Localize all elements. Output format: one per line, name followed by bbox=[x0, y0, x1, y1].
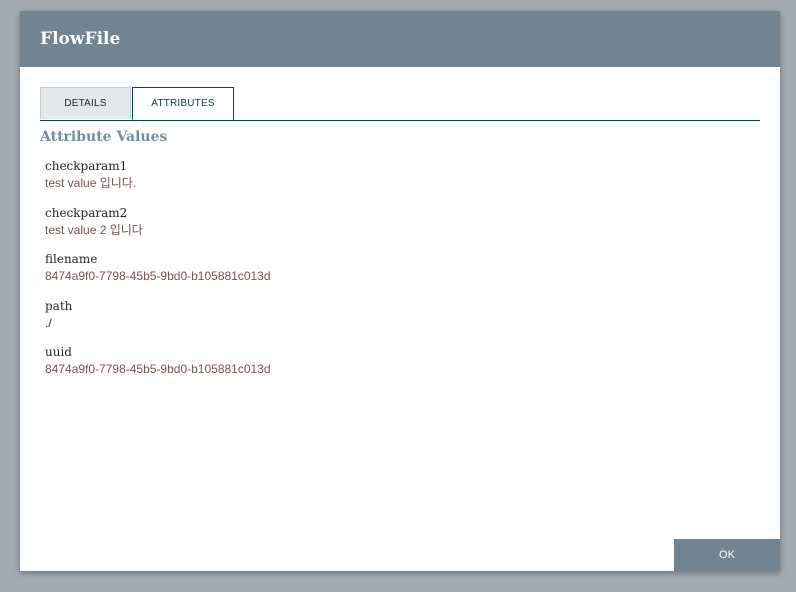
attribute-name: uuid bbox=[45, 345, 72, 359]
tab-bar: DETAILS ATTRIBUTES bbox=[40, 87, 760, 121]
attribute-value: test value 2 입니다 bbox=[45, 222, 143, 237]
attribute-name: checkparam1 bbox=[45, 159, 128, 173]
attribute-item: filename 8474a9f0-7798-45b5-9bd0-b105881… bbox=[45, 251, 745, 298]
section-title: Attribute Values bbox=[40, 129, 168, 145]
tab-details[interactable]: DETAILS bbox=[40, 87, 131, 119]
attribute-value: test value 입니다. bbox=[45, 176, 137, 190]
attribute-item: checkparam1 test value 입니다. bbox=[45, 158, 745, 205]
attribute-value: 8474a9f0-7798-45b5-9bd0-b105881c013d bbox=[45, 269, 271, 283]
dialog-header: FlowFile bbox=[20, 11, 780, 67]
attribute-item: checkparam2 test value 2 입니다 bbox=[45, 205, 745, 252]
tab-attributes[interactable]: ATTRIBUTES bbox=[132, 87, 234, 120]
attribute-name: path bbox=[45, 298, 73, 313]
flowfile-dialog: FlowFile DETAILS ATTRIBUTES Attribute Va… bbox=[20, 11, 780, 571]
attribute-item: path ./ bbox=[45, 298, 745, 345]
attribute-value: ./ bbox=[45, 315, 52, 330]
ok-button[interactable]: OK bbox=[674, 539, 780, 571]
attribute-name: checkparam2 bbox=[45, 205, 128, 220]
attribute-item: uuid 8474a9f0-7798-45b5-9bd0-b105881c013… bbox=[45, 344, 745, 391]
attribute-name: filename bbox=[45, 252, 98, 266]
attribute-list: checkparam1 test value 입니다. checkparam2 … bbox=[45, 158, 745, 391]
attribute-value: 8474a9f0-7798-45b5-9bd0-b105881c013d bbox=[45, 362, 271, 376]
dialog-title: FlowFile bbox=[40, 29, 121, 49]
